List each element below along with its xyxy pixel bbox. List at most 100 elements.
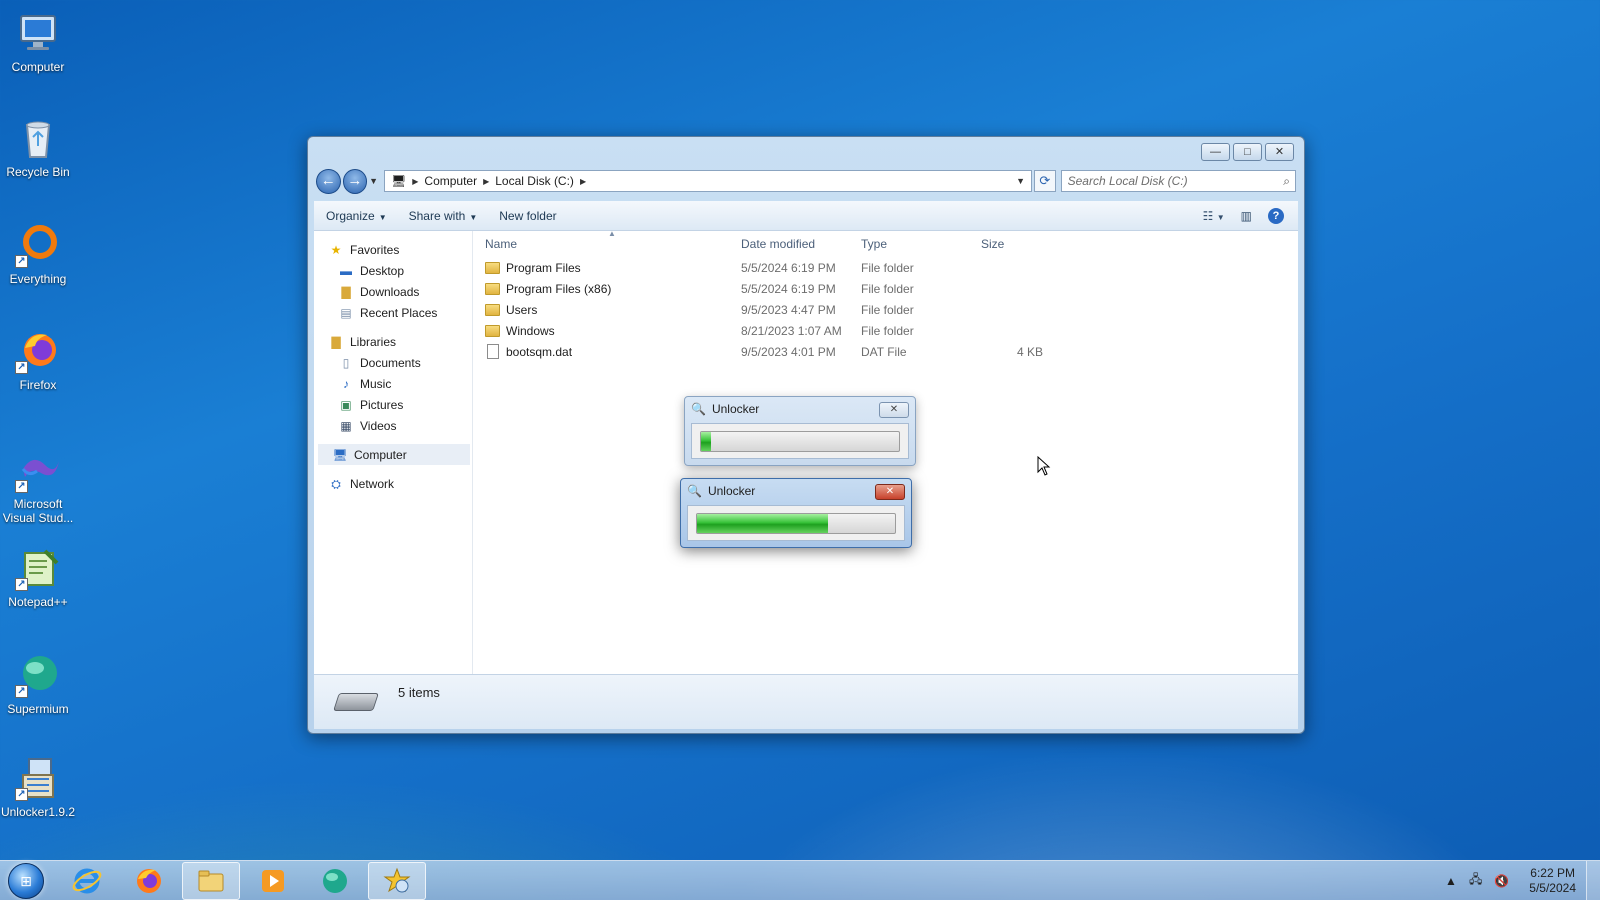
shortcut-arrow-icon: ↗ — [15, 578, 28, 591]
nav-item-downloads[interactable]: ▇ Downloads — [314, 281, 472, 302]
show-hidden-icons-button[interactable]: ▲ — [1445, 874, 1457, 888]
nav-item-recent-places[interactable]: ▤ Recent Places — [314, 302, 472, 323]
folder-icon — [485, 303, 500, 316]
taskbar-supermium[interactable] — [306, 862, 364, 900]
status-bar: 5 items — [314, 674, 1298, 729]
file-icon — [487, 344, 499, 359]
desktop-icon-visual-studio[interactable]: ↗ Microsoft Visual Stud... — [0, 447, 76, 525]
address-dropdown-icon[interactable]: ▼ — [1016, 176, 1025, 186]
taskbar-windows-explorer[interactable] — [182, 861, 240, 900]
chevron-down-icon: ▼ — [1216, 212, 1225, 222]
progress-bar — [696, 513, 896, 534]
file-row[interactable]: Windows 8/21/2023 1:07 AM File folder — [473, 320, 1298, 341]
file-row[interactable]: bootsqm.dat 9/5/2023 4:01 PM DAT File 4 … — [473, 341, 1298, 362]
refresh-button[interactable]: ⟳ — [1034, 170, 1056, 192]
breadcrumb-computer[interactable]: Computer — [424, 174, 477, 188]
pictures-icon: ▣ — [340, 397, 352, 412]
change-view-button[interactable]: ☷ ▼ — [1203, 209, 1225, 223]
documents-icon: ▯ — [342, 355, 350, 370]
help-icon[interactable]: ? — [1268, 207, 1284, 224]
column-header-date[interactable]: Date modified — [735, 237, 855, 251]
computer-small-icon: 🖥 — [332, 447, 348, 462]
visual-studio-icon: ↗ — [15, 447, 61, 493]
desktop-icon-label: Unlocker1.9.2 — [0, 805, 76, 819]
maximize-button[interactable]: □ — [1233, 143, 1262, 161]
taskbar-internet-explorer[interactable] — [58, 862, 116, 900]
desktop-icon-notepadpp[interactable]: ↗ Notepad++ — [0, 545, 76, 609]
show-desktop-button[interactable] — [1586, 860, 1600, 900]
desktop-icon-firefox[interactable]: ↗ Firefox — [0, 328, 76, 392]
nav-item-videos[interactable]: ▦ Videos — [314, 415, 472, 436]
address-bar[interactable]: 🖥 ▶ Computer ▶ Local Disk (C:) ▶ ▼ — [384, 170, 1033, 192]
computer-icon — [15, 10, 61, 56]
new-folder-button[interactable]: New folder — [499, 209, 556, 223]
nav-libraries[interactable]: ▇ Libraries — [314, 331, 472, 352]
nav-item-desktop[interactable]: ▬ Desktop — [314, 260, 472, 281]
nav-network[interactable]: ⛭ Network — [314, 473, 472, 494]
organize-button[interactable]: Organize ▼ — [326, 209, 387, 223]
desktop-icon-label: Firefox — [19, 378, 57, 392]
dialog-title: Unlocker — [711, 402, 760, 416]
back-button[interactable]: ← — [316, 168, 341, 194]
desktop-icon-unlocker-installer[interactable]: ↗ Unlocker1.9.2 — [0, 755, 76, 819]
nav-computer[interactable]: 🖥 Computer — [318, 444, 470, 465]
desktop-icon-label: Notepad++ — [8, 595, 68, 609]
search-input[interactable]: Search Local Disk (C:) ⌕ — [1060, 170, 1297, 192]
nav-item-music[interactable]: ♪ Music — [314, 373, 472, 394]
volume-muted-icon[interactable]: 🔇 — [1494, 874, 1509, 888]
dialog-title: Unlocker — [707, 484, 756, 498]
recent-pages-dropdown[interactable]: ▼ — [369, 176, 378, 186]
minimize-button[interactable]: — — [1201, 143, 1230, 161]
breadcrumb-separator-icon[interactable]: ▶ — [483, 177, 489, 186]
window-controls: — □ ✕ — [1201, 143, 1294, 161]
computer-small-icon: 🖥 — [391, 174, 407, 188]
file-row[interactable]: Program Files 5/5/2024 6:19 PM File fold… — [473, 257, 1298, 278]
close-button[interactable]: ✕ — [1265, 143, 1294, 161]
videos-icon: ▦ — [340, 418, 352, 433]
breadcrumb-separator-icon[interactable]: ▶ — [580, 177, 586, 186]
chevron-down-icon: ▼ — [378, 212, 387, 222]
column-header-name[interactable]: ▲ Name — [473, 229, 735, 251]
close-button[interactable]: ✕ — [875, 484, 905, 500]
file-row[interactable]: Users 9/5/2023 4:47 PM File folder — [473, 299, 1298, 320]
nav-item-documents[interactable]: ▯ Documents — [314, 352, 472, 373]
preview-pane-button[interactable]: ▥ — [1241, 209, 1252, 223]
start-button[interactable]: ⊞ — [8, 862, 44, 899]
taskbar-firefox[interactable] — [120, 862, 178, 900]
clock-date: 5/5/2024 — [1529, 880, 1576, 895]
network-status-icon[interactable]: 🖧 — [1469, 870, 1482, 891]
media-player-icon — [262, 869, 284, 892]
share-with-button[interactable]: Share with ▼ — [409, 209, 478, 223]
nav-favorites[interactable]: ★ Favorites — [314, 239, 472, 260]
address-row: ← → ▼ 🖥 ▶ Computer ▶ Local Disk (C:) ▶ ▼… — [316, 167, 1297, 195]
unlocker-magnifier-icon: 🔍 — [687, 484, 702, 498]
sort-ascending-icon: ▲ — [608, 228, 616, 238]
nav-item-pictures[interactable]: ▣ Pictures — [314, 394, 472, 415]
shortcut-arrow-icon: ↗ — [15, 255, 28, 268]
unlocker-dialog-active[interactable]: 🔍 Unlocker ✕ — [680, 478, 912, 548]
close-button[interactable]: ✕ — [879, 402, 909, 418]
desktop-icon-label: Supermium — [7, 702, 69, 716]
breadcrumb-separator-icon[interactable]: ▶ — [412, 177, 418, 186]
breadcrumb-local-disk[interactable]: Local Disk (C:) — [495, 174, 574, 188]
file-row[interactable]: Program Files (x86) 5/5/2024 6:19 PM Fil… — [473, 278, 1298, 299]
progress-fill — [697, 514, 828, 533]
taskbar-apps — [58, 861, 426, 900]
clock[interactable]: 6:22 PM 5/5/2024 — [1529, 866, 1576, 896]
shortcut-arrow-icon: ↗ — [15, 788, 28, 801]
desktop-icon-recycle-bin[interactable]: Recycle Bin — [0, 115, 76, 179]
unlocker-dialog[interactable]: 🔍 Unlocker ✕ — [684, 396, 916, 466]
supermium-icon: ↗ — [15, 652, 61, 698]
desktop-icon-computer[interactable]: Computer — [0, 10, 76, 74]
forward-button[interactable]: → — [342, 168, 368, 194]
desktop-icon-everything[interactable]: ↗ Everything — [0, 222, 76, 286]
navigation-pane: ★ Favorites ▬ Desktop ▇ Downloads ▤ Rece… — [314, 231, 473, 674]
column-header-type[interactable]: Type — [855, 237, 975, 251]
column-header-size[interactable]: Size — [975, 237, 1051, 251]
taskbar-unlocker[interactable] — [368, 861, 426, 900]
desktop-icon-supermium[interactable]: ↗ Supermium — [0, 652, 76, 716]
desktop-icon-label: Microsoft Visual Stud... — [2, 497, 74, 525]
taskbar-media-player[interactable] — [244, 862, 302, 900]
drive-icon — [333, 693, 379, 711]
desktop-folder-icon: ▬ — [340, 263, 352, 278]
